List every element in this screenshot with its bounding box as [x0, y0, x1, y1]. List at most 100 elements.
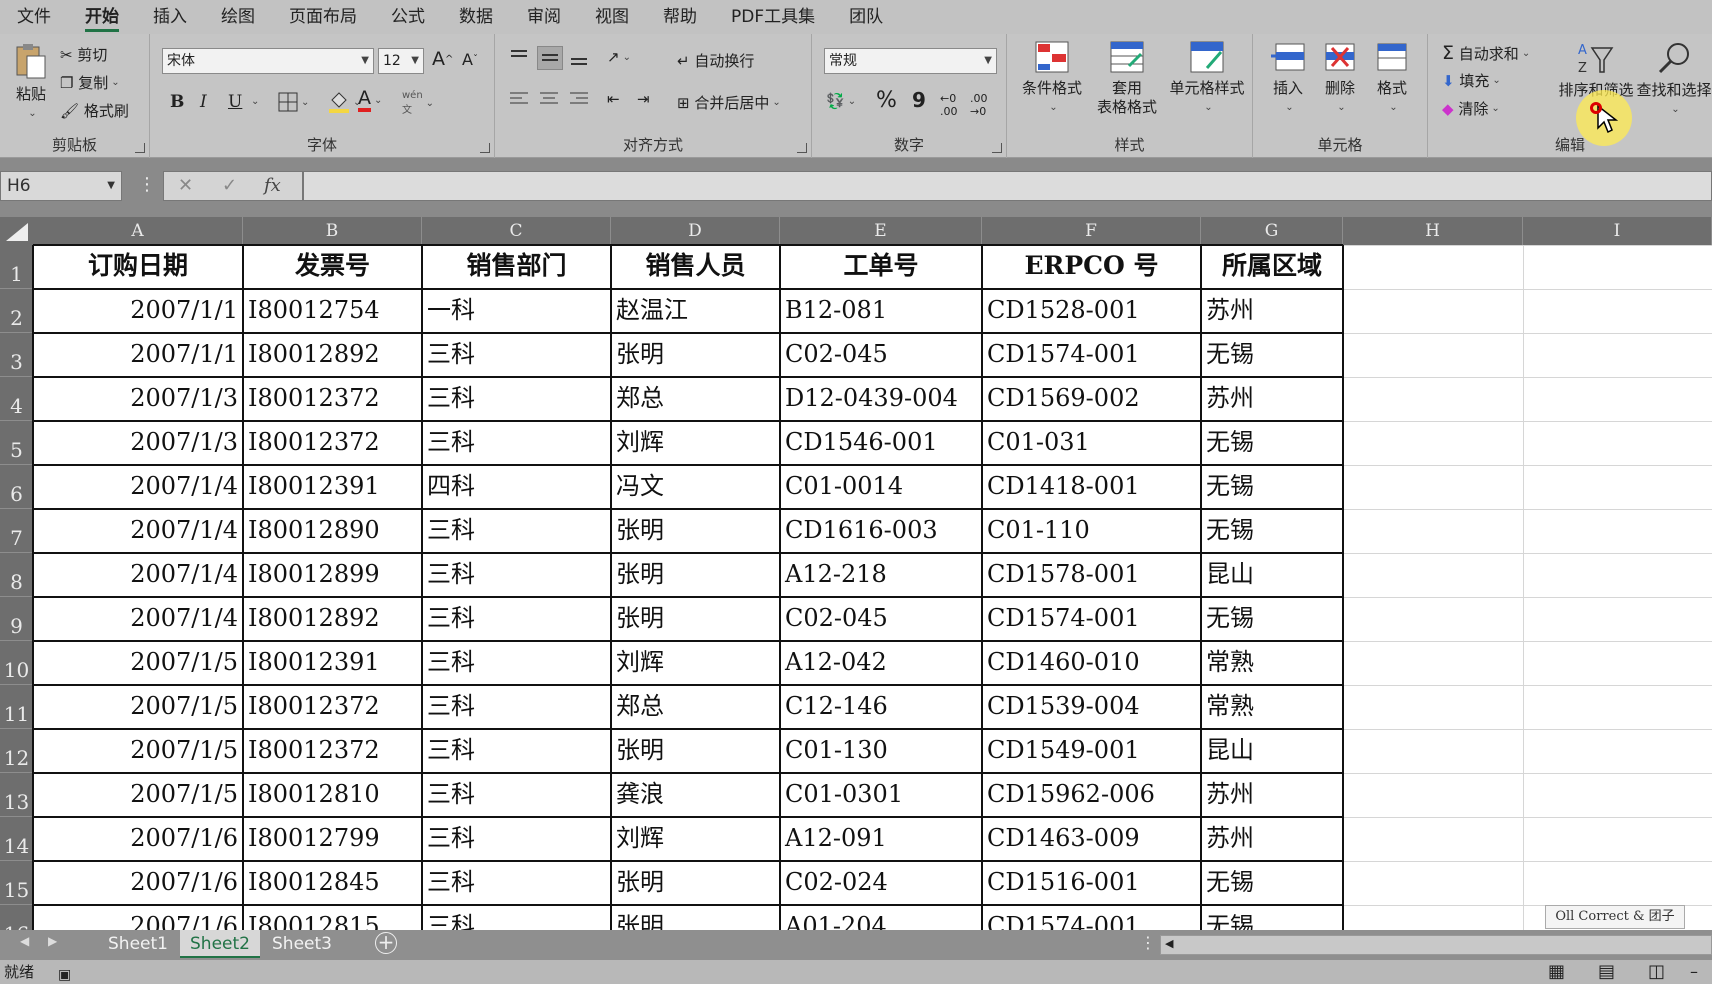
- table-header-cell[interactable]: 销售部门: [422, 245, 611, 289]
- delete-cells-button[interactable]: 删除 ⌄: [1315, 40, 1365, 117]
- align-center-button[interactable]: [539, 90, 559, 108]
- menu-item-9[interactable]: 帮助: [646, 0, 714, 34]
- menu-item-1[interactable]: 开始: [68, 0, 136, 34]
- table-cell[interactable]: 无锡: [1201, 905, 1343, 930]
- table-cell[interactable]: 2007/1/6: [33, 861, 243, 905]
- table-cell[interactable]: 三科: [422, 685, 611, 729]
- table-cell[interactable]: I80012372: [243, 421, 422, 465]
- table-header-cell[interactable]: 销售人员: [611, 245, 780, 289]
- table-cell[interactable]: 2007/1/6: [33, 817, 243, 861]
- row-header-16[interactable]: 16: [0, 905, 33, 930]
- table-cell[interactable]: 三科: [422, 509, 611, 553]
- table-cell[interactable]: CD1549-001: [982, 729, 1201, 773]
- table-cell[interactable]: 三科: [422, 861, 611, 905]
- autosum-button[interactable]: Σ 自动求和 ⌄: [1442, 42, 1530, 64]
- table-cell[interactable]: 张明: [611, 597, 780, 641]
- menu-item-4[interactable]: 页面布局: [272, 0, 374, 34]
- table-cell[interactable]: 三科: [422, 817, 611, 861]
- table-cell[interactable]: CD1569-002: [982, 377, 1201, 421]
- row-header-9[interactable]: 9: [0, 597, 33, 641]
- page-break-view-icon[interactable]: ◫: [1648, 960, 1665, 984]
- table-cell[interactable]: 苏州: [1201, 817, 1343, 861]
- format-cells-button[interactable]: 格式 ⌄: [1367, 40, 1417, 117]
- row-header-6[interactable]: 6: [0, 465, 33, 509]
- table-cell[interactable]: I80012899: [243, 553, 422, 597]
- table-cell[interactable]: 张明: [611, 333, 780, 377]
- bold-button[interactable]: B: [170, 92, 184, 112]
- macro-record-icon[interactable]: ▣: [58, 963, 71, 984]
- prev-sheet-icon[interactable]: ◀: [20, 934, 29, 948]
- table-cell[interactable]: 刘辉: [611, 421, 780, 465]
- table-header-cell[interactable]: 工单号: [780, 245, 982, 289]
- table-cell[interactable]: C02-045: [780, 333, 982, 377]
- column-header-H[interactable]: H: [1343, 217, 1523, 245]
- table-cell[interactable]: I80012845: [243, 861, 422, 905]
- table-cell[interactable]: CD1616-003: [780, 509, 982, 553]
- table-cell[interactable]: 无锡: [1201, 509, 1343, 553]
- clear-button[interactable]: ◆ 清除 ⌄: [1442, 98, 1500, 119]
- more-options-icon[interactable]: ⋮: [1140, 933, 1156, 952]
- cut-button[interactable]: ✂ 剪切: [60, 44, 107, 65]
- table-cell[interactable]: A12-042: [780, 641, 982, 685]
- table-cell[interactable]: 昆山: [1201, 553, 1343, 597]
- grow-font-button[interactable]: A ^: [432, 48, 453, 70]
- table-cell[interactable]: 张明: [611, 861, 780, 905]
- table-cell[interactable]: 2007/1/4: [33, 465, 243, 509]
- table-cell[interactable]: 苏州: [1201, 773, 1343, 817]
- table-cell[interactable]: 张明: [611, 729, 780, 773]
- accounting-format-button[interactable]: 💱 ⌄: [826, 92, 856, 110]
- table-cell[interactable]: C01-031: [982, 421, 1201, 465]
- row-header-14[interactable]: 14: [0, 817, 33, 861]
- decrease-indent-button[interactable]: ⇤: [607, 90, 620, 108]
- fill-button[interactable]: ⬇ 填充 ⌄: [1442, 70, 1501, 91]
- row-header-7[interactable]: 7: [0, 509, 33, 553]
- table-cell[interactable]: CD1528-001: [982, 289, 1201, 333]
- name-box[interactable]: H6 ▼: [0, 171, 122, 201]
- table-cell[interactable]: I80012815: [243, 905, 422, 930]
- table-cell[interactable]: 2007/1/1: [33, 289, 243, 333]
- table-cell[interactable]: CD1574-001: [982, 333, 1201, 377]
- clipboard-launcher[interactable]: [135, 143, 145, 153]
- table-cell[interactable]: I80012372: [243, 729, 422, 773]
- table-cell[interactable]: I80012391: [243, 465, 422, 509]
- scroll-left-icon[interactable]: ◀: [1165, 937, 1173, 950]
- sheet-tab-1[interactable]: Sheet1: [98, 930, 178, 958]
- table-cell[interactable]: 龚浪: [611, 773, 780, 817]
- table-cell[interactable]: C01-130: [780, 729, 982, 773]
- menu-item-7[interactable]: 审阅: [510, 0, 578, 34]
- orientation-button[interactable]: ↗ ⌄: [607, 48, 631, 66]
- row-header-3[interactable]: 3: [0, 333, 33, 377]
- table-cell[interactable]: 无锡: [1201, 465, 1343, 509]
- row-header-11[interactable]: 11: [0, 685, 33, 729]
- menu-item-2[interactable]: 插入: [136, 0, 204, 34]
- format-painter-button[interactable]: 🖌 格式刷: [60, 100, 129, 121]
- row-header-2[interactable]: 2: [0, 289, 33, 333]
- insert-function-icon[interactable]: fx: [264, 175, 281, 196]
- font-launcher[interactable]: [480, 143, 490, 153]
- table-cell[interactable]: I80012892: [243, 597, 422, 641]
- table-cell[interactable]: 2007/1/4: [33, 553, 243, 597]
- align-top-button[interactable]: [509, 48, 529, 66]
- row-header-4[interactable]: 4: [0, 377, 33, 421]
- table-cell[interactable]: 三科: [422, 421, 611, 465]
- percent-button[interactable]: %: [876, 88, 897, 113]
- table-cell[interactable]: 三科: [422, 773, 611, 817]
- table-cell[interactable]: I80012810: [243, 773, 422, 817]
- table-cell[interactable]: C12-146: [780, 685, 982, 729]
- row-header-13[interactable]: 13: [0, 773, 33, 817]
- table-cell[interactable]: CD1546-001: [780, 421, 982, 465]
- underline-button[interactable]: U: [228, 92, 242, 112]
- fill-color-button[interactable]: ⌄: [328, 90, 361, 114]
- table-cell[interactable]: I80012372: [243, 377, 422, 421]
- italic-button[interactable]: I: [200, 92, 207, 112]
- column-header-A[interactable]: A: [33, 217, 243, 245]
- insert-cells-button[interactable]: 插入 ⌄: [1263, 40, 1313, 117]
- table-cell[interactable]: C02-024: [780, 861, 982, 905]
- phonetic-button[interactable]: wén 文 ⌄: [402, 90, 434, 116]
- number-format-combo[interactable]: 常规 ▼: [824, 48, 997, 74]
- column-header-D[interactable]: D: [611, 217, 780, 245]
- table-cell[interactable]: 2007/1/5: [33, 641, 243, 685]
- table-cell[interactable]: 一科: [422, 289, 611, 333]
- table-cell[interactable]: 郑总: [611, 685, 780, 729]
- sheet-tab-2[interactable]: Sheet2: [180, 930, 260, 958]
